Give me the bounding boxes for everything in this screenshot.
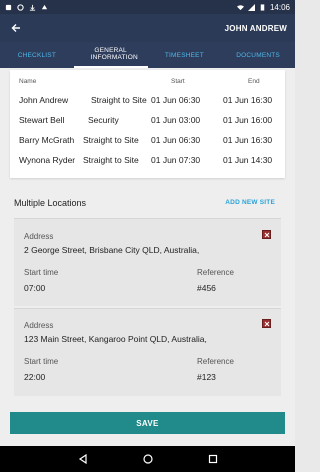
row-start: 01 Jun 06:30: [151, 95, 201, 105]
sync-icon: [17, 3, 24, 11]
notification-icon: [5, 4, 12, 10]
row-start: 01 Jun 06:30: [151, 135, 201, 145]
save-button[interactable]: SAVE: [10, 412, 285, 434]
battery-icon: [260, 3, 265, 11]
user-name: JOHN ANDREW: [224, 23, 287, 33]
row-name: Barry McGrath: [19, 135, 75, 145]
back-button[interactable]: [8, 20, 24, 36]
start-time-value: 22:00: [24, 372, 46, 382]
back-nav-icon[interactable]: [78, 454, 88, 464]
app-bar: JOHN ANDREW: [0, 14, 295, 42]
table-header: Name Start End: [10, 78, 285, 88]
system-nav-bar: [0, 446, 295, 472]
location-card: Address 123 Main Street, Kangaroo Point …: [14, 308, 281, 396]
app-notification-icon: [41, 4, 48, 9]
recents-nav-icon[interactable]: [208, 454, 218, 464]
tab-general-information-label: GENERAL INFORMATION: [90, 47, 138, 61]
status-time: 14:06: [269, 2, 290, 12]
address-value: 123 Main Street, Kangaroo Point QLD, Aus…: [24, 334, 207, 344]
row-end: 01 Jun 16:30: [223, 95, 273, 105]
row-end: 01 Jun 16:00: [223, 115, 273, 125]
row-start: 01 Jun 07:30: [151, 155, 201, 165]
signal-icon: [247, 3, 255, 11]
home-nav-icon[interactable]: [142, 454, 153, 464]
tab-general-information[interactable]: GENERAL INFORMATION: [73, 42, 148, 68]
reference-value: #123: [197, 372, 216, 382]
tab-bar: CHECKLIST GENERAL INFORMATION TIMESHEET …: [0, 42, 295, 68]
row-name: Wynona Ryder: [19, 155, 76, 165]
tab-checklist[interactable]: CHECKLIST: [0, 42, 74, 68]
reference-label: Reference: [197, 268, 234, 277]
add-new-site-button[interactable]: ADD NEW SITE: [225, 199, 275, 206]
row-end: 01 Jun 14:30: [223, 155, 273, 165]
tab-documents[interactable]: DOCUMENTS: [221, 42, 295, 68]
table-row[interactable]: Barry McGrath Straight to Site 01 Jun 06…: [10, 135, 285, 151]
location-card: Address 2 George Street, Brisbane City Q…: [14, 218, 281, 306]
start-time-label: Start time: [24, 357, 59, 366]
wifi-icon: [236, 4, 244, 10]
row-name: Stewart Bell: [19, 115, 65, 125]
arrow-left-icon: [11, 24, 20, 32]
multiple-locations-title: Multiple Locations: [14, 198, 87, 208]
download-icon: [29, 4, 36, 11]
row-role: Straight to Site: [91, 95, 147, 105]
header-start: Start: [171, 78, 185, 85]
app-screen: 14:06 JOHN ANDREW CHECKLIST GENERAL INFO…: [0, 0, 295, 472]
address-label: Address: [24, 232, 54, 241]
reference-label: Reference: [197, 357, 234, 366]
start-time-value: 07:00: [24, 283, 46, 293]
start-time-label: Start time: [24, 268, 59, 277]
close-icon: [264, 232, 269, 237]
row-role: Straight to Site: [83, 135, 139, 145]
tab-timesheet[interactable]: TIMESHEET: [148, 42, 222, 68]
address-label: Address: [24, 321, 54, 330]
table-row[interactable]: John Andrew Straight to Site 01 Jun 06:3…: [10, 95, 285, 111]
row-end: 01 Jun 16:30: [223, 135, 273, 145]
status-bar: 14:06: [0, 0, 295, 14]
table-row[interactable]: Stewart Bell Security 01 Jun 03:00 01 Ju…: [10, 115, 285, 131]
table-row[interactable]: Wynona Ryder Straight to Site 01 Jun 07:…: [10, 155, 285, 171]
delete-location-button[interactable]: [262, 319, 271, 328]
row-role: Straight to Site: [83, 155, 139, 165]
address-value: 2 George Street, Brisbane City QLD, Aust…: [24, 245, 200, 255]
staff-table: Name Start End John Andrew Straight to S…: [10, 70, 285, 178]
close-icon: [264, 321, 269, 326]
row-role: Security: [88, 115, 119, 125]
row-name: John Andrew: [19, 95, 69, 105]
header-end: End: [248, 78, 260, 85]
delete-location-button[interactable]: [262, 230, 271, 239]
row-start: 01 Jun 03:00: [151, 115, 201, 125]
reference-value: #456: [197, 283, 216, 293]
header-name: Name: [19, 78, 37, 85]
